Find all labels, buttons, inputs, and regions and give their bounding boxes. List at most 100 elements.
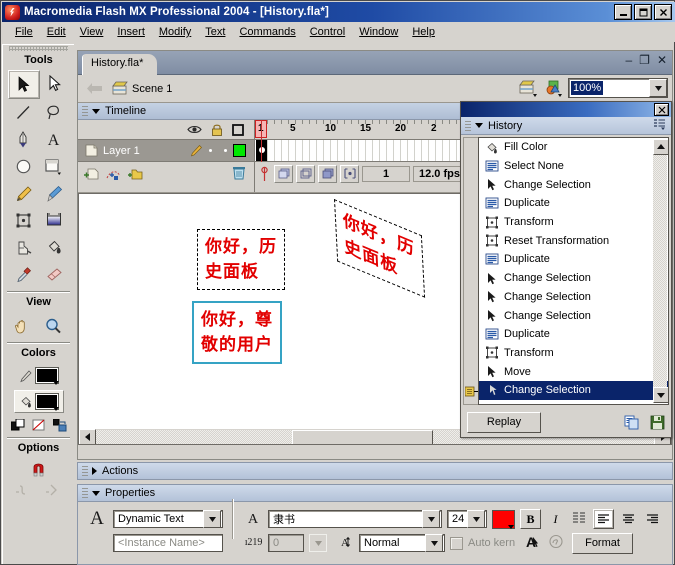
layer-outline-color[interactable] bbox=[233, 144, 246, 157]
restore-icon[interactable]: ❐ bbox=[639, 54, 650, 66]
zoom-tool[interactable] bbox=[39, 312, 69, 339]
save-as-command-icon[interactable] bbox=[650, 415, 665, 430]
selectable-icon[interactable]: A bbox=[520, 534, 540, 552]
layer-row[interactable]: Layer 1 bbox=[78, 140, 254, 162]
menu-view[interactable]: View bbox=[73, 24, 111, 40]
render-text-as-html-icon[interactable] bbox=[545, 534, 567, 552]
frame-cell[interactable] bbox=[365, 140, 366, 161]
scroll-down-icon[interactable] bbox=[653, 387, 668, 403]
close-icon[interactable] bbox=[654, 4, 672, 20]
modify-onion-markers-button[interactable] bbox=[340, 164, 359, 183]
frame-rate-field[interactable]: 12.0 fps bbox=[413, 165, 466, 182]
font-family-combo[interactable]: 隶书 bbox=[268, 510, 442, 528]
frame-cell[interactable] bbox=[407, 140, 408, 161]
layer-lock-dot[interactable] bbox=[224, 149, 227, 152]
list-item[interactable]: Duplicate bbox=[479, 250, 668, 269]
fill-color-swatch[interactable] bbox=[34, 393, 59, 411]
frame-cell[interactable] bbox=[456, 140, 457, 161]
frame-cell[interactable] bbox=[400, 140, 401, 161]
text-block-dear-user[interactable]: 你好，尊 敬的用户 bbox=[192, 301, 282, 365]
text-type-combo[interactable]: Dynamic Text bbox=[113, 510, 223, 528]
frame-cell[interactable] bbox=[421, 140, 422, 161]
properties-panel-header[interactable]: Properties bbox=[77, 484, 673, 502]
menu-control[interactable]: Control bbox=[303, 24, 352, 40]
center-frame-button[interactable] bbox=[258, 166, 271, 182]
scroll-left-icon[interactable] bbox=[79, 428, 96, 444]
list-item[interactable]: Duplicate bbox=[479, 194, 668, 213]
outline-icon[interactable] bbox=[232, 123, 244, 136]
properties-grip[interactable] bbox=[82, 488, 88, 498]
chevron-down-icon[interactable] bbox=[203, 510, 221, 528]
maximize-icon[interactable] bbox=[634, 4, 652, 20]
list-item[interactable]: Move bbox=[479, 362, 668, 381]
fill-transform-tool[interactable] bbox=[39, 207, 69, 234]
text-color-swatch[interactable] bbox=[492, 509, 515, 529]
copy-steps-icon[interactable] bbox=[624, 415, 640, 430]
text-block-history-panel[interactable]: 你好，历 史面板 bbox=[197, 229, 285, 291]
no-color-icon[interactable] bbox=[32, 419, 46, 432]
text-direction-icon[interactable] bbox=[570, 511, 588, 527]
stroke-color-swatch[interactable] bbox=[34, 367, 59, 385]
frame-cell[interactable] bbox=[449, 140, 450, 161]
chevron-right-icon[interactable] bbox=[92, 467, 97, 475]
chevron-down-icon[interactable] bbox=[92, 108, 100, 114]
zoom-combo[interactable]: 100% bbox=[568, 78, 668, 98]
brush-tool[interactable] bbox=[39, 180, 69, 207]
frame-cell[interactable] bbox=[428, 140, 429, 161]
frame-cell[interactable] bbox=[274, 140, 275, 161]
bold-button[interactable]: B bbox=[520, 509, 541, 529]
chevron-down-icon[interactable] bbox=[475, 123, 483, 128]
line-tool[interactable] bbox=[9, 99, 39, 126]
close-icon[interactable] bbox=[654, 103, 669, 116]
history-panel-header[interactable]: History bbox=[461, 117, 671, 135]
letter-spacing-field[interactable]: 0 bbox=[268, 534, 304, 552]
scroll-up-icon[interactable] bbox=[653, 139, 668, 155]
history-list[interactable]: Fill Color Select None Change Selection … bbox=[478, 137, 669, 405]
paint-bucket-tool[interactable] bbox=[39, 234, 69, 261]
frame-cell[interactable] bbox=[386, 140, 387, 161]
frame-cell[interactable] bbox=[316, 140, 317, 161]
black-and-white-icon[interactable] bbox=[10, 419, 25, 432]
ink-bottle-tool[interactable] bbox=[9, 234, 39, 261]
list-item[interactable]: Fill Color bbox=[479, 138, 668, 157]
character-position-combo[interactable]: Normal bbox=[359, 534, 445, 552]
frame-cell[interactable] bbox=[267, 140, 268, 161]
history-slider-handle[interactable] bbox=[464, 383, 479, 400]
menu-modify[interactable]: Modify bbox=[152, 24, 198, 40]
list-item[interactable]: Select None bbox=[479, 157, 668, 176]
frame-cell[interactable] bbox=[393, 140, 394, 161]
delete-layer-button[interactable] bbox=[232, 165, 246, 180]
frame-cell[interactable] bbox=[323, 140, 324, 161]
minimize-icon[interactable]: – bbox=[625, 54, 632, 66]
actions-grip[interactable] bbox=[82, 466, 88, 476]
straighten-icon[interactable] bbox=[44, 482, 64, 496]
actions-panel-header[interactable]: Actions bbox=[77, 462, 673, 480]
timeline-grip[interactable] bbox=[82, 106, 88, 116]
frame-cell[interactable] bbox=[302, 140, 303, 161]
swap-colors-icon[interactable] bbox=[52, 419, 67, 432]
menu-commands[interactable]: Commands bbox=[232, 24, 302, 40]
align-right-icon[interactable] bbox=[643, 513, 662, 525]
frame-cell[interactable] bbox=[379, 140, 380, 161]
panel-options-icon[interactable] bbox=[653, 118, 666, 133]
frame-cell[interactable] bbox=[435, 140, 436, 161]
onion-skin-outlines-button[interactable] bbox=[296, 164, 315, 183]
menu-file[interactable]: File bbox=[8, 24, 40, 40]
scroll-track[interactable] bbox=[653, 155, 667, 387]
history-scrollbar[interactable] bbox=[653, 139, 668, 403]
menu-help[interactable]: Help bbox=[405, 24, 442, 40]
eyedropper-tool[interactable] bbox=[9, 261, 39, 288]
menu-text[interactable]: Text bbox=[198, 24, 232, 40]
list-item[interactable]: Change Selection bbox=[479, 306, 668, 325]
zoom-value[interactable]: 100% bbox=[571, 81, 604, 95]
pen-tool[interactable] bbox=[9, 126, 39, 153]
chevron-down-icon[interactable] bbox=[422, 510, 440, 528]
replay-button[interactable]: Replay bbox=[467, 411, 541, 433]
frame-cell[interactable] bbox=[442, 140, 443, 161]
lock-icon[interactable] bbox=[211, 123, 223, 136]
chevron-down-icon[interactable] bbox=[92, 490, 100, 496]
frame-cell[interactable] bbox=[351, 140, 352, 161]
oval-tool[interactable] bbox=[9, 153, 39, 180]
auto-kern-checkbox[interactable] bbox=[450, 536, 463, 550]
edit-symbols-icon[interactable] bbox=[543, 79, 563, 97]
